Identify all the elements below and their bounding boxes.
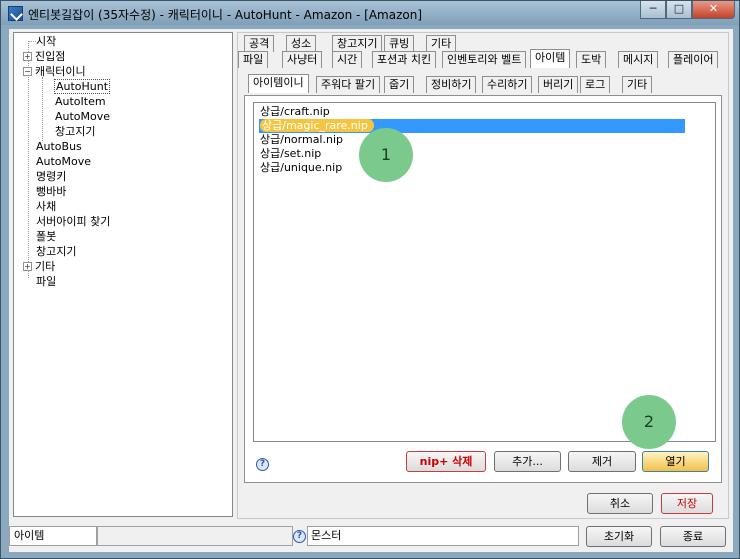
tree-item-label: 뻥바바 — [36, 185, 67, 198]
status-item: 아이템 — [9, 526, 97, 546]
tree-item-label: 서버아이피 찾기 — [36, 215, 111, 228]
tab-time[interactable]: 시간 — [332, 51, 363, 68]
nip-file-list[interactable]: 상급/craft.nip 상급/magic_rare.nip 상급/normal… — [253, 102, 716, 442]
tree-item[interactable]: 창고지기 — [55, 124, 95, 139]
step-2-callout: 2 — [622, 395, 676, 449]
list-item[interactable]: 상급/craft.nip — [259, 105, 685, 119]
tree-item[interactable]: 파일 — [36, 274, 56, 289]
exit-button[interactable]: 종료 — [660, 526, 726, 547]
tab-etc[interactable]: 기타 — [426, 35, 457, 52]
nav-tree: 시작 + 진입점 − 캐릭터이니 AutoHunt AutoItem AutoMov… — [13, 32, 233, 517]
tab-stash[interactable]: 창고지기 — [332, 35, 383, 52]
list-item[interactable]: 상급/unique.nip — [259, 161, 685, 175]
tab-cube[interactable]: 큐빙 — [384, 35, 415, 52]
tree-item[interactable]: 폴봇 — [36, 229, 56, 244]
remove-button[interactable]: 제거 — [568, 451, 636, 472]
tree-item-label: 파일 — [36, 275, 57, 288]
status-monster: 몬스터 — [307, 526, 579, 546]
title-bar[interactable]: 엔티봇길잡이 (35자수정) - 캐릭터이니 - AutoHunt - Amaz… — [1, 1, 739, 25]
tree-item[interactable]: 서버아이피 찾기 — [36, 214, 110, 229]
list-item-selected[interactable]: 상급/magic_rare.nip — [259, 119, 685, 133]
app-icon — [8, 6, 23, 21]
tab-hunting-ground[interactable]: 사냥터 — [282, 51, 323, 68]
delete-nip-button[interactable]: nip+ 삭제 — [406, 451, 486, 472]
tab-potion-chicken[interactable]: 포션과 치킨 — [372, 51, 437, 68]
client-area: 시작 + 진입점 − 캐릭터이니 AutoHunt AutoItem AutoMov… — [9, 29, 733, 552]
close-button[interactable]: ✕ — [692, 1, 735, 19]
help-icon[interactable]: ? — [256, 458, 269, 471]
main-window: 엔티봇길잡이 (35자수정) - 캐릭터이니 - AutoHunt - Amaz… — [0, 0, 740, 559]
tree-item-label: 시작 — [36, 35, 57, 48]
tree-item-label: 사채 — [36, 200, 57, 213]
tree-item[interactable]: 창고지기 — [36, 244, 76, 259]
tree-item[interactable]: 명령키 — [36, 169, 66, 184]
tree-item-label: AutoHunt — [54, 79, 111, 94]
subtab-etc[interactable]: 기타 — [622, 76, 653, 93]
tree-item-label: 폴봇 — [36, 230, 57, 243]
status-help-icon[interactable]: ? — [293, 530, 306, 543]
tree-item[interactable]: AutoMove — [55, 109, 110, 124]
tree-item-label: AutoBus — [36, 140, 82, 153]
subtab-repair[interactable]: 수리하기 — [482, 76, 533, 93]
tree-item[interactable]: AutoBus — [36, 139, 82, 154]
save-button[interactable]: 저장 — [661, 493, 713, 514]
list-item[interactable]: 상급/set.nip — [259, 147, 685, 161]
tree-item-label: 창고지기 — [36, 245, 77, 258]
tab-gamble[interactable]: 도박 — [576, 51, 607, 68]
step-1-callout: 1 — [359, 128, 413, 182]
subtab-log[interactable]: 로그 — [580, 76, 611, 93]
expand-icon[interactable]: + — [23, 262, 32, 271]
open-button[interactable]: 열기 — [642, 451, 709, 472]
tree-item-label: 캐릭터이니 — [35, 65, 86, 78]
expand-icon[interactable]: + — [23, 52, 32, 61]
tree-item-label: 창고지기 — [55, 125, 96, 138]
settings-panel: 공격 성소 창고지기 큐빙 기타 파일 사냥터 시간 포션과 치킨 인벤토리와 … — [237, 32, 729, 519]
tree-item-label: 진입점 — [35, 50, 66, 63]
tree-item[interactable]: + 기타 — [23, 259, 55, 274]
subtab-repair-stock[interactable]: 정비하기 — [426, 76, 477, 93]
window-title: 엔티봇길잡이 (35자수정) - 캐릭터이니 - AutoHunt - Amaz… — [28, 8, 423, 22]
tree-item-label: 기타 — [35, 260, 56, 273]
item-ini-page: 상급/craft.nip 상급/magic_rare.nip 상급/normal… — [244, 95, 722, 483]
minimize-button[interactable]: ─ — [640, 1, 666, 19]
tab-attack[interactable]: 공격 — [244, 35, 275, 52]
tree-item-selected[interactable]: AutoHunt — [54, 79, 111, 94]
tab-item[interactable]: 아이템 — [530, 49, 571, 68]
window-controls: ─ □ ✕ — [640, 1, 735, 19]
tree-item[interactable]: − 캐릭터이니 — [23, 64, 86, 79]
tree-item-label: AutoMove — [55, 110, 111, 123]
status-blank — [97, 526, 293, 546]
tree-item-label: AutoMove — [36, 155, 92, 168]
add-button[interactable]: 추가... — [494, 451, 561, 472]
tab-file[interactable]: 파일 — [238, 51, 269, 68]
subtab-item-ini[interactable]: 아이템이니 — [248, 74, 309, 93]
maximize-button[interactable]: □ — [666, 1, 692, 19]
subtab-drop[interactable]: 버리기 — [538, 76, 579, 93]
tree-item[interactable]: 뻥바바 — [36, 184, 66, 199]
tree-guide — [28, 41, 36, 42]
tree-item[interactable]: + 진입점 — [23, 49, 65, 64]
tab-sanctuary[interactable]: 성소 — [286, 35, 317, 52]
subtab-pickup[interactable]: 줍기 — [384, 76, 415, 93]
subtab-pickup-sell[interactable]: 주워다 팔기 — [316, 76, 381, 93]
highlighted-filename: 상급/magic_rare.nip — [260, 119, 374, 132]
cancel-button[interactable]: 취소 — [587, 493, 653, 514]
tree-item[interactable]: AutoItem — [55, 94, 106, 109]
collapse-icon[interactable]: − — [23, 67, 32, 76]
tab-message[interactable]: 메시지 — [618, 51, 659, 68]
tree-guide — [42, 77, 43, 141]
list-item[interactable]: 상급/normal.nip — [259, 133, 685, 147]
tree-item[interactable]: AutoMove — [36, 154, 91, 169]
tree-item[interactable]: 시작 — [36, 34, 56, 49]
tab-inventory-belt[interactable]: 인벤토리와 벨트 — [442, 51, 527, 68]
tree-item[interactable]: 사채 — [36, 199, 56, 214]
tree-item-label: 명령키 — [36, 170, 67, 183]
tab-player[interactable]: 플레이어 — [668, 51, 719, 68]
tree-item-label: AutoItem — [55, 95, 106, 108]
reset-button[interactable]: 초기화 — [586, 526, 652, 547]
